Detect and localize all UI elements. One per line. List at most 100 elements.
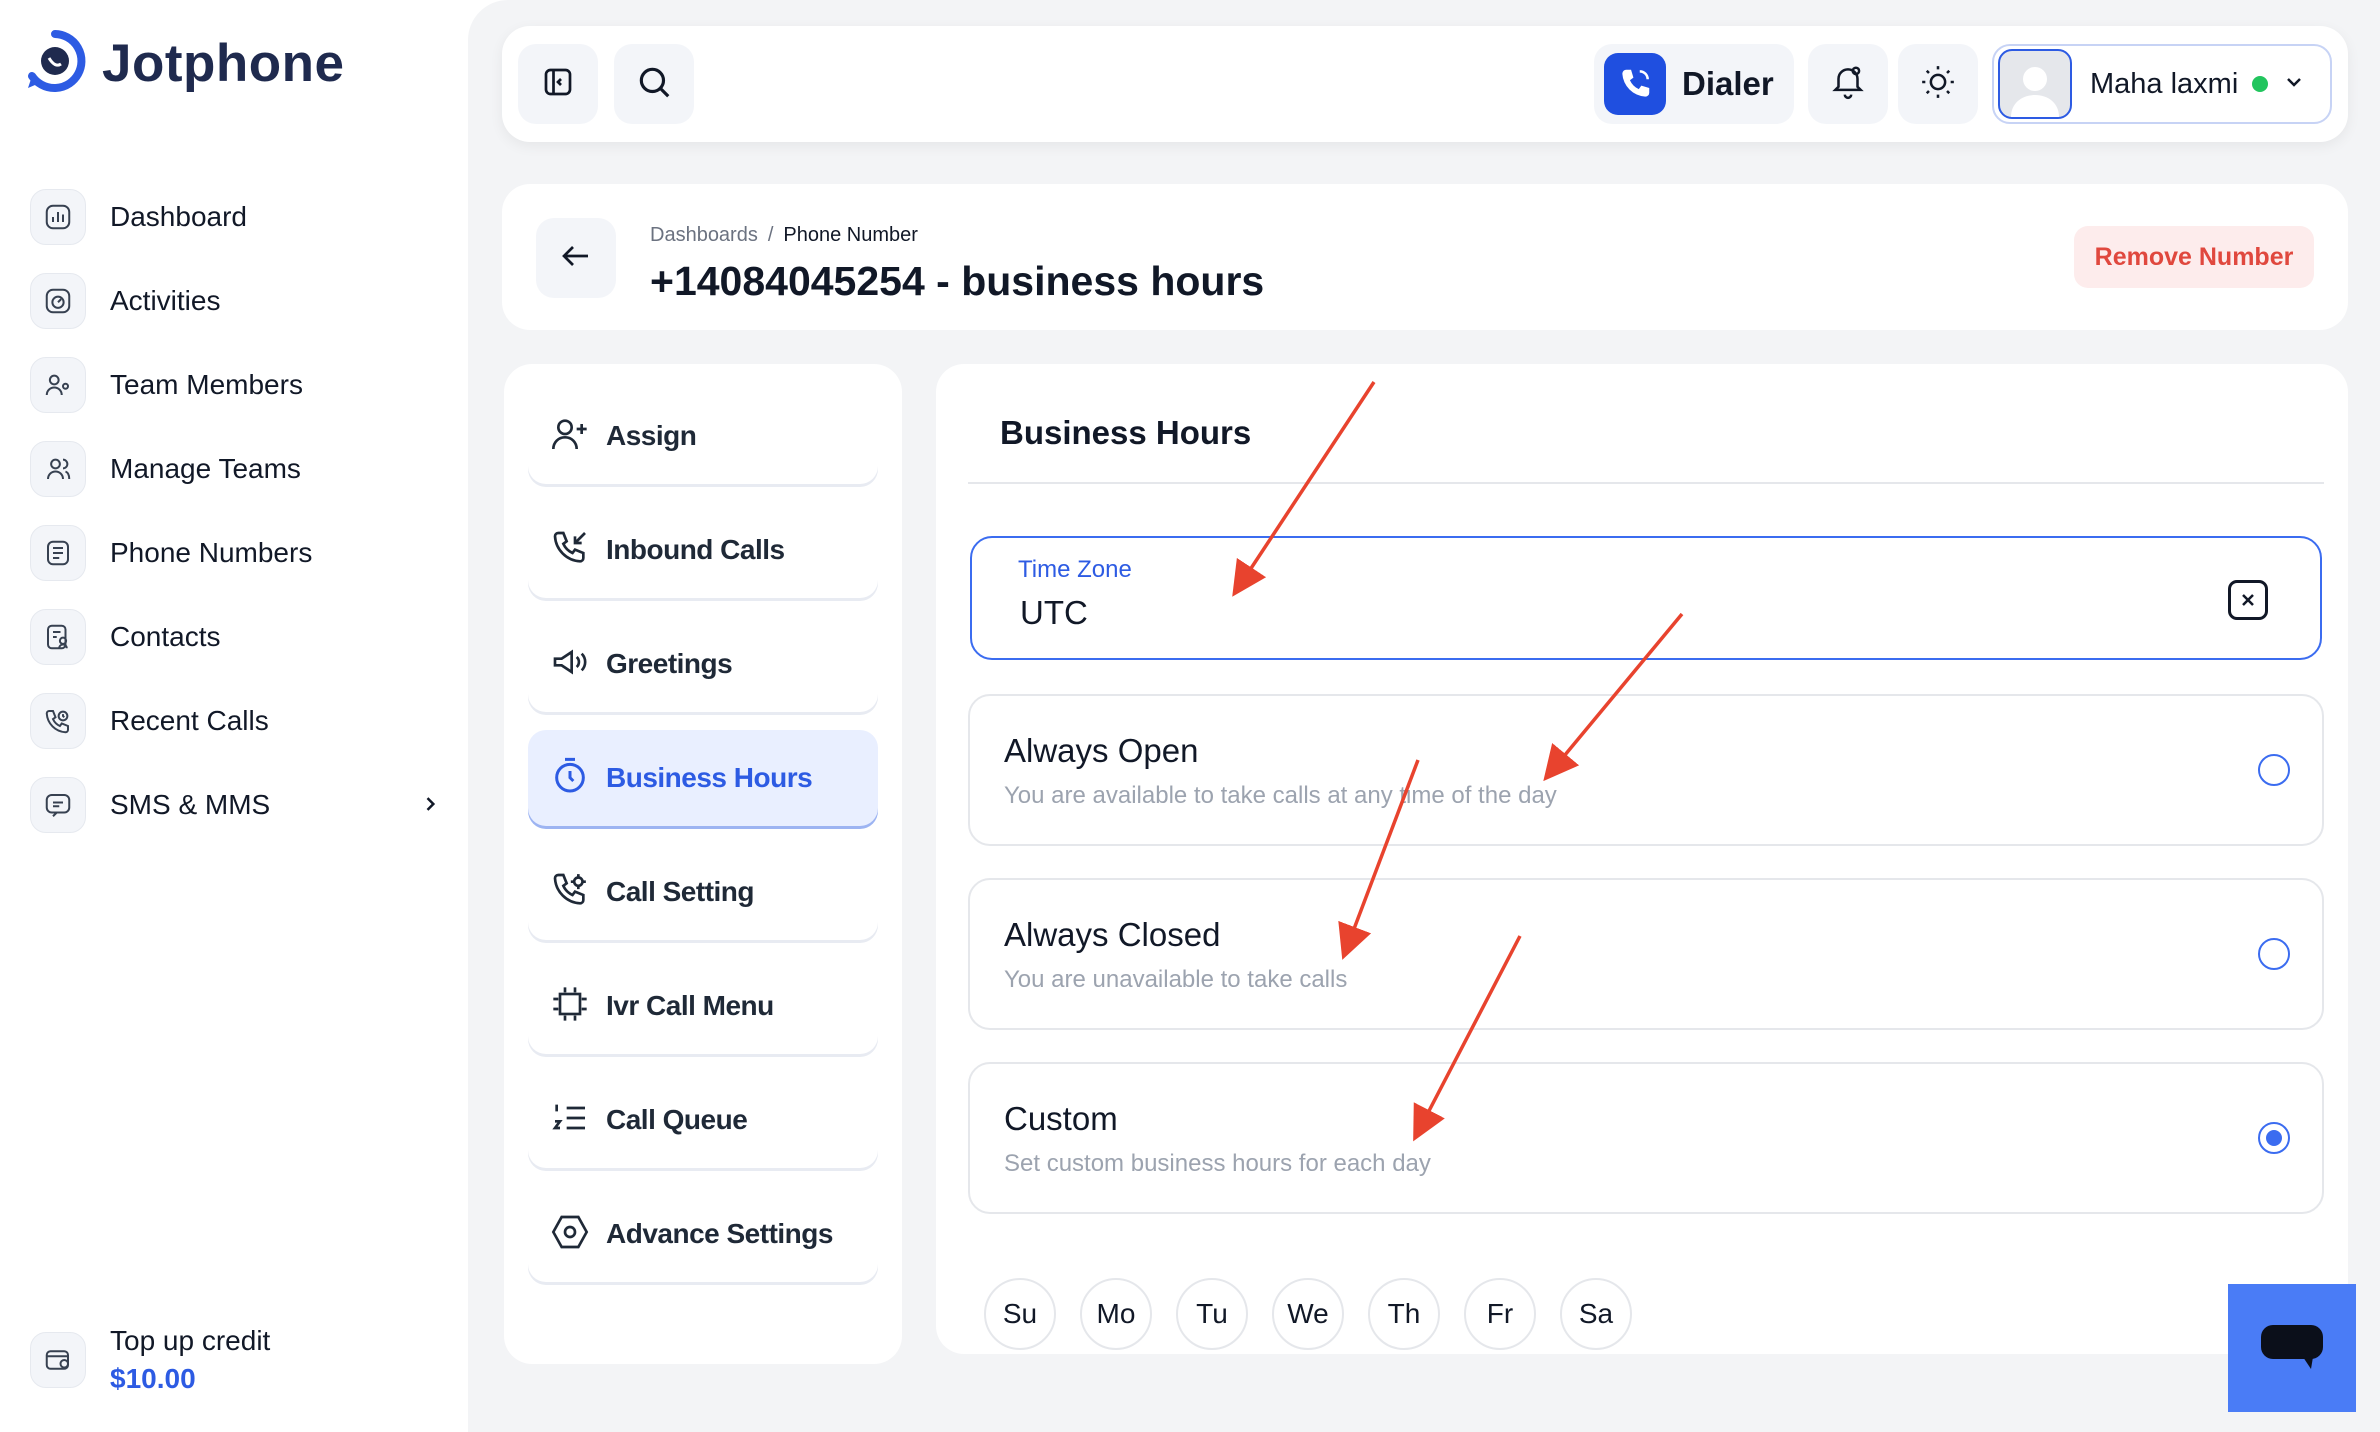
sidebar-toggle-icon (540, 64, 576, 105)
sidebar-item-phone-numbers[interactable]: Phone Numbers (30, 511, 440, 595)
option-title: Always Open (1004, 732, 1199, 769)
toggle-sidebar-button[interactable] (518, 44, 598, 124)
radio-always-open[interactable] (2258, 754, 2290, 786)
chevron-down-icon[interactable] (2282, 70, 2306, 99)
jotphone-logo-icon (22, 28, 88, 99)
sidebar-item-manage-teams[interactable]: Manage Teams (30, 427, 440, 511)
divider (968, 482, 2324, 484)
phone-numbers-icon (30, 525, 86, 581)
remove-number-button[interactable]: Remove Number (2074, 226, 2314, 288)
sidebar-item-contacts[interactable]: Contacts (30, 595, 440, 679)
menu-item-call-queue[interactable]: Call Queue (528, 1072, 878, 1168)
menu-item-label: Ivr Call Menu (606, 990, 774, 1021)
sidebar-item-recent-calls[interactable]: Recent Calls (30, 679, 440, 763)
day-monday[interactable]: Mo (1080, 1278, 1152, 1350)
page-title: +14084045254 - business hours (650, 258, 1265, 304)
team-members-icon (30, 357, 86, 413)
option-always-open[interactable]: Always Open You are available to take ca… (968, 694, 2324, 846)
activities-icon (30, 273, 86, 329)
search-button[interactable] (614, 44, 694, 124)
menu-item-business-hours[interactable]: Business Hours (528, 730, 878, 826)
sidebar-item-label: Activities (110, 285, 221, 316)
bell-icon (1829, 63, 1867, 106)
chat-bubble-icon (2259, 1321, 2325, 1376)
menu-item-ivr-call-menu[interactable]: Ivr Call Menu (528, 958, 878, 1054)
breadcrumb-current: Phone Number (783, 224, 918, 246)
breadcrumb-separator: / (767, 224, 774, 246)
recent-calls-icon (30, 693, 86, 749)
contacts-icon (30, 609, 86, 665)
timer-icon (550, 756, 590, 801)
day-thursday[interactable]: Th (1368, 1278, 1440, 1350)
sidebar-item-label: Phone Numbers (110, 537, 313, 568)
top-bar: Dialer Maha laxmi (502, 26, 2348, 142)
option-title: Always Closed (1004, 916, 1221, 953)
top-up-text: Top up credit $10.00 (110, 1322, 270, 1398)
sidebar-item-sms-mms[interactable]: SMS & MMS (30, 763, 440, 847)
time-zone-input[interactable] (1020, 594, 1920, 632)
time-zone-label: Time Zone (1018, 556, 1132, 583)
radio-custom[interactable] (2258, 1122, 2290, 1154)
avatar (1998, 49, 2072, 119)
sidebar: Jotphone Dashboard Activities Team Membe… (0, 0, 468, 1432)
dashboard-icon (30, 189, 86, 245)
sms-icon (30, 777, 86, 833)
menu-item-label: Call Setting (606, 876, 755, 907)
app-logo[interactable]: Jotphone (22, 28, 344, 99)
numbered-list-icon (550, 1098, 590, 1143)
sidebar-item-label: Manage Teams (110, 453, 301, 484)
menu-item-assign[interactable]: Assign (528, 388, 878, 484)
section-title: Business Hours (1000, 414, 1252, 451)
menu-item-label: Advance Settings (606, 1218, 833, 1249)
top-up-title: Top up credit (110, 1325, 271, 1356)
day-selector: Su Mo Tu We Th Fr Sa (984, 1278, 1632, 1350)
menu-item-call-setting[interactable]: Call Setting (528, 844, 878, 940)
sidebar-item-label: Contacts (110, 621, 221, 652)
chat-support-button[interactable] (2228, 1284, 2356, 1412)
menu-item-label: Business Hours (606, 762, 813, 793)
sidebar-item-activities[interactable]: Activities (30, 259, 440, 343)
time-zone-field[interactable]: Time Zone (970, 536, 2322, 660)
option-title: Custom (1004, 1100, 1118, 1137)
sidebar-item-team-members[interactable]: Team Members (30, 343, 440, 427)
user-menu[interactable]: Maha laxmi (1992, 44, 2332, 124)
theme-toggle-button[interactable] (1898, 44, 1978, 124)
dialer-button[interactable]: Dialer (1594, 44, 1794, 124)
option-always-closed[interactable]: Always Closed You are unavailable to tak… (968, 878, 2324, 1030)
top-up-credit[interactable]: Top up credit $10.00 (30, 1322, 270, 1398)
back-button[interactable] (536, 218, 616, 298)
settings-menu: Assign Inbound Calls Greetings Business … (504, 364, 902, 1364)
menu-item-label: Inbound Calls (606, 534, 785, 565)
phone-icon (1604, 53, 1666, 115)
sidebar-item-label: Dashboard (110, 201, 247, 232)
chevron-right-icon[interactable] (420, 789, 440, 821)
main-area: Dialer Maha laxmi Dashboards / Phone Num… (468, 0, 2380, 1432)
day-tuesday[interactable]: Tu (1176, 1278, 1248, 1350)
day-friday[interactable]: Fr (1464, 1278, 1536, 1350)
option-custom[interactable]: Custom Set custom business hours for eac… (968, 1062, 2324, 1214)
sidebar-item-dashboard[interactable]: Dashboard (30, 175, 440, 259)
inbound-call-icon (550, 528, 590, 573)
notifications-button[interactable] (1808, 44, 1888, 124)
menu-item-greetings[interactable]: Greetings (528, 616, 878, 712)
sidebar-item-label: SMS & MMS (110, 789, 271, 820)
option-description: You are unavailable to take calls (1004, 966, 1348, 993)
day-wednesday[interactable]: We (1272, 1278, 1344, 1350)
wallet-icon (30, 1332, 86, 1388)
hexagon-settings-icon (550, 1212, 590, 1257)
breadcrumb-dashboards[interactable]: Dashboards (650, 224, 758, 246)
day-saturday[interactable]: Sa (1560, 1278, 1632, 1350)
app-name: Jotphone (102, 34, 345, 93)
menu-item-advance-settings[interactable]: Advance Settings (528, 1186, 878, 1282)
clear-icon[interactable] (2228, 580, 2268, 620)
menu-item-label: Call Queue (606, 1104, 748, 1135)
breadcrumb: Dashboards / Phone Number (650, 224, 918, 247)
radio-always-closed[interactable] (2258, 938, 2290, 970)
menu-item-inbound-calls[interactable]: Inbound Calls (528, 502, 878, 598)
manage-teams-icon (30, 441, 86, 497)
day-sunday[interactable]: Su (984, 1278, 1056, 1350)
arrow-left-icon (558, 238, 594, 279)
business-hours-panel: Business Hours Time Zone Always Open You… (936, 364, 2348, 1354)
online-status-dot (2252, 76, 2269, 92)
page-header: Dashboards / Phone Number +14084045254 - b… (502, 184, 2348, 330)
